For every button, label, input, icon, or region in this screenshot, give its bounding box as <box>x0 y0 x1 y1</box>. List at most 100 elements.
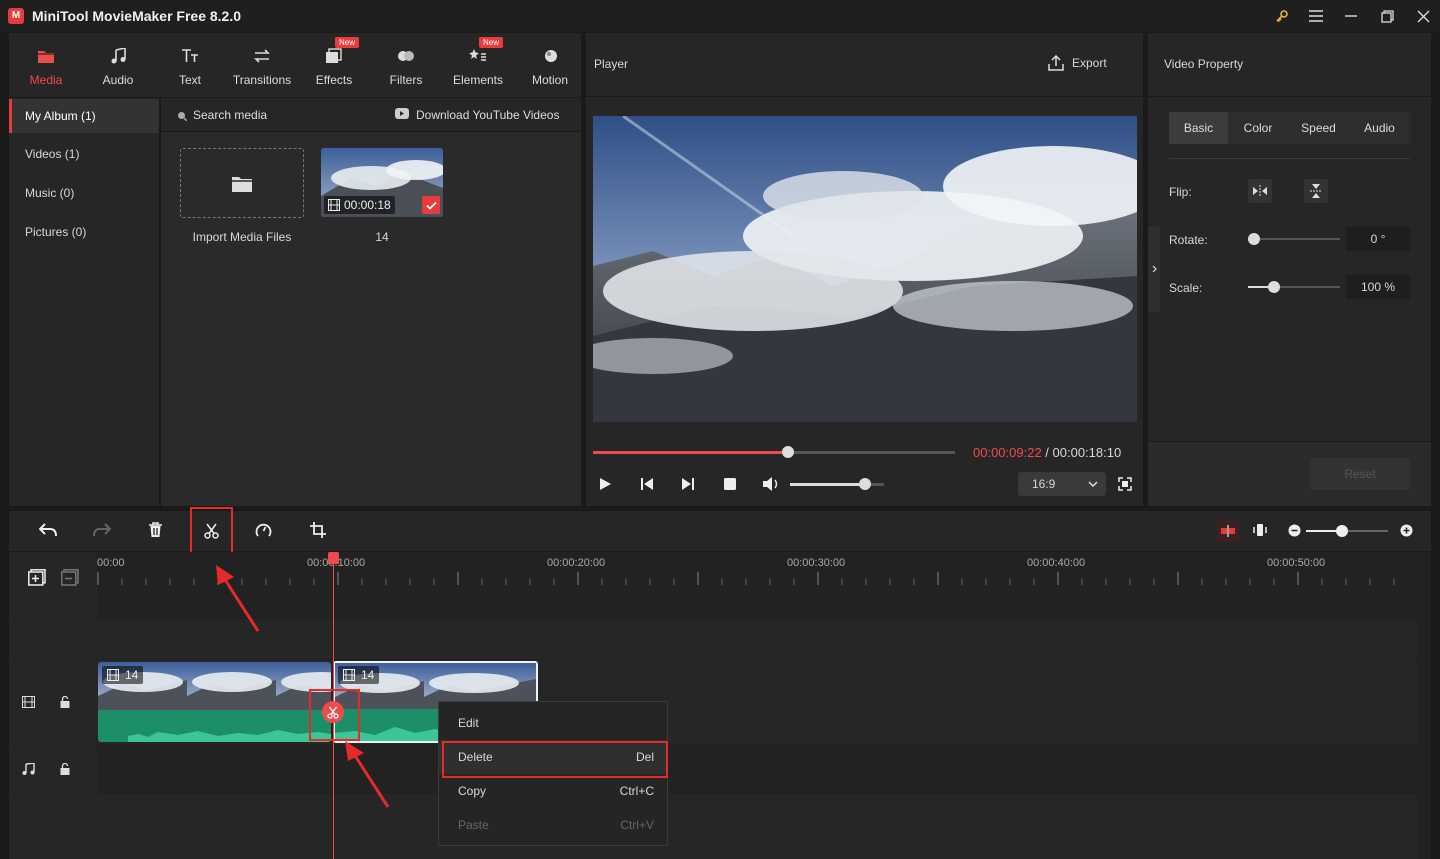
media-folder-icon <box>11 45 81 67</box>
next-frame-icon[interactable] <box>681 477 695 494</box>
sidebar-item-my-album[interactable]: My Album (1) <box>9 99 159 133</box>
tab-basic[interactable]: Basic <box>1169 112 1228 144</box>
volume-fill <box>790 483 866 486</box>
crop-icon[interactable] <box>310 522 326 541</box>
video-preview <box>593 116 1137 422</box>
export-button[interactable]: Export <box>1048 55 1107 71</box>
total-time: 00:00:18:10 <box>1052 445 1122 460</box>
search-input[interactable]: Search media <box>193 108 267 122</box>
media-clip-thumbnail[interactable]: 00:00:18 <box>321 148 443 217</box>
effects-icon <box>299 45 369 67</box>
fullscreen-icon[interactable] <box>1118 477 1132 494</box>
text-icon <box>155 45 225 67</box>
volume-icon[interactable] <box>762 476 780 495</box>
tab-color[interactable]: Color <box>1228 112 1288 144</box>
current-time: 00:00:09:22 <box>973 445 1042 460</box>
volume-handle[interactable] <box>859 478 872 490</box>
video-track-icon <box>22 696 35 711</box>
menu-item-edit[interactable]: Edit <box>439 706 667 740</box>
app-logo-icon: M <box>8 8 24 24</box>
remove-track-icon[interactable] <box>61 569 79 589</box>
tab-text[interactable]: Text <box>155 33 225 97</box>
timeline-toolbar <box>9 507 1431 555</box>
media-browser: Search media Download YouTube Videos Imp… <box>161 98 581 506</box>
previous-frame-icon[interactable] <box>640 477 654 494</box>
speed-icon[interactable] <box>255 522 272 542</box>
scale-handle[interactable] <box>1268 281 1280 293</box>
download-youtube-link[interactable]: Download YouTube Videos <box>416 108 559 122</box>
clip-label: 14 <box>102 666 144 684</box>
reset-button[interactable]: Reset <box>1310 458 1410 490</box>
chevron-right-icon <box>1152 265 1157 273</box>
rotate-input[interactable]: 0 ° <box>1346 227 1410 251</box>
flip-vertical-icon[interactable] <box>1304 179 1328 203</box>
aspect-ratio-select[interactable]: 16:9 <box>1018 472 1106 496</box>
progress-handle[interactable] <box>782 446 795 458</box>
stop-icon[interactable] <box>723 477 737 494</box>
play-icon[interactable] <box>598 477 612 494</box>
add-track-icon[interactable] <box>28 569 46 589</box>
property-footer: Reset <box>1148 441 1431 506</box>
split-button-highlight[interactable] <box>190 507 233 555</box>
maximize-icon[interactable] <box>1370 0 1404 32</box>
sidebar-item-videos[interactable]: Videos (1) <box>9 137 159 171</box>
chevron-down-icon <box>1088 481 1098 487</box>
redo-icon[interactable] <box>93 523 112 540</box>
lock-icon[interactable] <box>60 762 70 778</box>
tab-audio[interactable]: Audio <box>1349 112 1410 144</box>
track-header-video <box>9 660 97 744</box>
rotate-handle[interactable] <box>1248 233 1260 245</box>
playback-progress[interactable] <box>593 446 955 458</box>
progress-fill <box>593 451 789 454</box>
category-toolbar: Media Audio Text Transitions New Effects… <box>9 33 581 97</box>
zoom-slider[interactable] <box>1306 525 1388 537</box>
scale-slider[interactable] <box>1248 281 1340 293</box>
sidebar-item-music[interactable]: Music (0) <box>9 176 159 210</box>
search-icon <box>177 110 188 124</box>
scissors-icon <box>204 523 219 542</box>
scale-input[interactable]: 100 % <box>1346 275 1410 299</box>
menu-icon[interactable] <box>1299 0 1333 32</box>
lock-icon[interactable] <box>60 695 70 711</box>
rotate-slider[interactable] <box>1248 233 1340 245</box>
tab-speed[interactable]: Speed <box>1288 112 1349 144</box>
property-title: Video Property <box>1164 57 1244 71</box>
delete-highlight <box>442 741 668 778</box>
player-header: Player Export <box>586 33 1143 97</box>
export-icon <box>1048 55 1064 71</box>
track-header-audio <box>9 745 97 793</box>
flip-label: Flip: <box>1169 185 1192 199</box>
zoom-out-icon[interactable] <box>1288 524 1301 540</box>
tab-audio[interactable]: Audio <box>83 33 153 97</box>
menu-item-copy[interactable]: Copy Ctrl+C <box>439 774 667 808</box>
key-icon[interactable] <box>1265 0 1299 32</box>
tab-motion[interactable]: Motion <box>515 33 585 97</box>
volume-slider[interactable] <box>790 478 884 490</box>
music-note-icon <box>83 45 153 67</box>
tab-transitions[interactable]: Transitions <box>227 33 297 97</box>
player-title: Player <box>594 57 629 71</box>
zoom-in-icon[interactable] <box>1400 524 1413 540</box>
album-sidebar: My Album (1) Videos (1) Music (0) Pictur… <box>9 98 159 506</box>
snap-icon[interactable] <box>1217 520 1239 542</box>
undo-icon[interactable] <box>38 523 57 540</box>
import-media-button[interactable] <box>180 148 304 218</box>
sidebar-item-pictures[interactable]: Pictures (0) <box>9 215 159 249</box>
tab-effects[interactable]: New Effects <box>299 33 369 97</box>
delete-icon[interactable] <box>148 522 163 541</box>
tab-elements[interactable]: New Elements <box>443 33 513 97</box>
property-header: Video Property <box>1148 33 1431 97</box>
youtube-icon <box>395 108 409 122</box>
close-icon[interactable] <box>1406 0 1440 32</box>
tab-filters[interactable]: Filters <box>371 33 441 97</box>
minimize-icon[interactable] <box>1334 0 1368 32</box>
tab-media[interactable]: Media <box>11 33 81 97</box>
collapse-panel-button[interactable] <box>1148 226 1160 312</box>
menu-item-paste[interactable]: Paste Ctrl+V <box>439 808 667 842</box>
clip-duration-badge: 00:00:18 <box>324 196 395 214</box>
rotate-label: Rotate: <box>1169 233 1208 247</box>
audio-mixer-icon[interactable] <box>1253 523 1267 540</box>
new-badge: New <box>335 37 360 48</box>
zoom-handle[interactable] <box>1336 525 1348 537</box>
flip-horizontal-icon[interactable] <box>1248 179 1272 203</box>
